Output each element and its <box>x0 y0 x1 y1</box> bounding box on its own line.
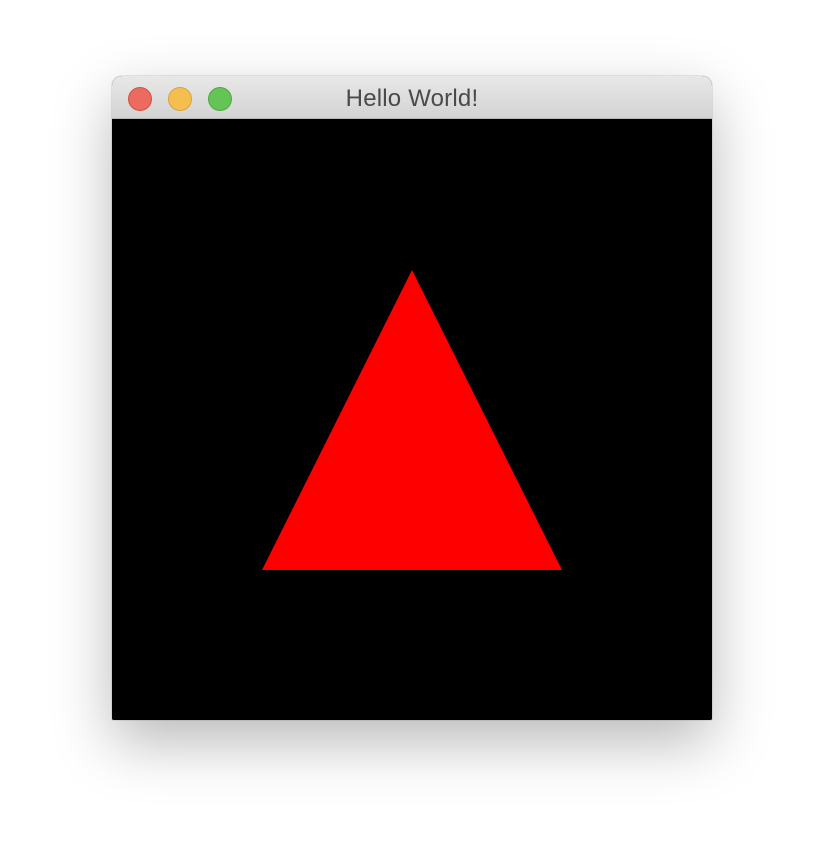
screenshot-canvas: Hello World! <box>0 0 824 868</box>
window-title: Hello World! <box>345 85 479 112</box>
red-triangle <box>262 270 562 570</box>
render-canvas <box>112 119 712 720</box>
canvas-svg <box>262 270 562 570</box>
app-window: Hello World! <box>112 76 712 720</box>
window-titlebar[interactable]: Hello World! <box>112 76 712 119</box>
